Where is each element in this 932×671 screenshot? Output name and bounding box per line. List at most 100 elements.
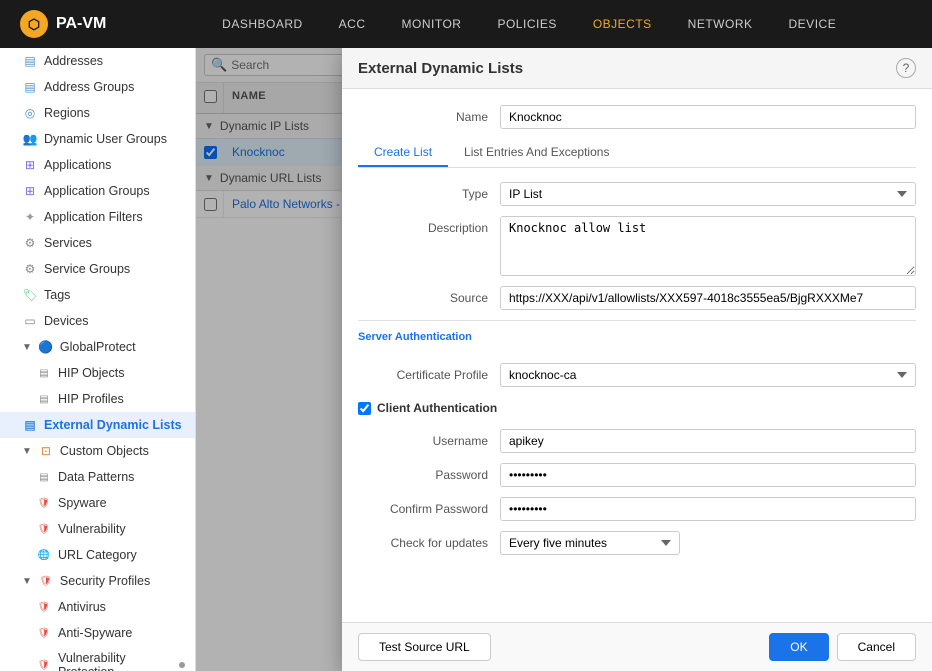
nav-device[interactable]: DEVICE (773, 9, 853, 39)
username-label: Username (358, 429, 488, 448)
nav-monitor[interactable]: MONITOR (386, 9, 478, 39)
app-logo: ⬡ PA-VM (20, 10, 106, 38)
custom-objects-expand-icon: ▼ (22, 446, 32, 457)
confirm-password-input[interactable] (500, 497, 916, 521)
form-row-cert-profile: Certificate Profile knocknoc-caNone (358, 363, 916, 387)
sidebar-item-vulnerability-protection[interactable]: 🛡 Vulnerability Protection (0, 646, 195, 671)
footer-action-buttons: OK Cancel (769, 633, 916, 661)
regions-icon: ◎ (22, 105, 38, 121)
sidebar-label-url-category: URL Category (58, 548, 185, 562)
sidebar-item-custom-objects[interactable]: ▼ ⊡ Custom Objects (0, 438, 195, 464)
security-profiles-icon: 🛡 (38, 573, 54, 589)
sidebar-item-address-groups[interactable]: ▤ Address Groups (0, 74, 195, 100)
addresses-icon: ▤ (22, 53, 38, 69)
modal-header: External Dynamic Lists ? (342, 48, 932, 89)
sidebar-item-globalprotect[interactable]: ▼ 🔵 GlobalProtect (0, 334, 195, 360)
description-label: Description (358, 216, 488, 235)
sidebar-item-data-patterns[interactable]: ▤ Data Patterns (0, 464, 195, 490)
description-textarea[interactable] (500, 216, 916, 276)
globalprotect-expand-icon: ▼ (22, 342, 32, 353)
form-row-description: Description (358, 216, 916, 276)
application-groups-icon: ⊞ (22, 183, 38, 199)
sidebar-item-tags[interactable]: 🏷 Tags (0, 282, 195, 308)
application-filters-icon: ✦ (22, 209, 38, 225)
main-layout: ▤ Addresses ▤ Address Groups ◎ Regions 👥… (0, 48, 932, 671)
modal-help-button[interactable]: ? (896, 58, 916, 78)
nav-policies[interactable]: POLICIES (481, 9, 572, 39)
sidebar-item-hip-objects[interactable]: ▤ HIP Objects (0, 360, 195, 386)
sidebar-item-application-filters[interactable]: ✦ Application Filters (0, 204, 195, 230)
sidebar-label-security-profiles: Security Profiles (60, 574, 185, 588)
form-row-confirm-password: Confirm Password (358, 497, 916, 521)
tags-icon: 🏷 (22, 287, 38, 303)
custom-objects-icon: ⊡ (38, 443, 54, 459)
anti-spyware-icon: 🛡 (36, 625, 52, 641)
applications-icon: ⊞ (22, 157, 38, 173)
client-auth-checkbox[interactable] (358, 402, 371, 415)
logo-icon: ⬡ (20, 10, 48, 38)
sidebar-item-security-profiles[interactable]: ▼ 🛡 Security Profiles (0, 568, 195, 594)
name-input[interactable] (500, 105, 916, 129)
form-row-username: Username (358, 429, 916, 453)
check-updates-select[interactable]: Every five minutesHourlyDailyWeekly (500, 531, 680, 555)
modal-footer: Test Source URL OK Cancel (342, 622, 932, 671)
sidebar-item-url-category[interactable]: 🌐 URL Category (0, 542, 195, 568)
sidebar-item-service-groups[interactable]: ⚙ Service Groups (0, 256, 195, 282)
name-label: Name (358, 105, 488, 124)
nav-network[interactable]: NETWORK (672, 9, 769, 39)
type-select[interactable]: IP ListURL ListDomain ListIMSI ListIMEI … (500, 182, 916, 206)
form-row-source: Source (358, 286, 916, 310)
password-input[interactable] (500, 463, 916, 487)
sidebar-item-application-groups[interactable]: ⊞ Application Groups (0, 178, 195, 204)
nav-objects[interactable]: OBJECTS (577, 9, 668, 39)
sidebar-label-application-groups: Application Groups (44, 184, 185, 198)
tab-create-list[interactable]: Create List (358, 139, 448, 167)
sidebar-item-dynamic-user-groups[interactable]: 👥 Dynamic User Groups (0, 126, 195, 152)
modal-external-dynamic-lists: External Dynamic Lists ? Name Create Lis… (342, 48, 932, 671)
sidebar-item-antivirus[interactable]: 🛡 Antivirus (0, 594, 195, 620)
modal-body: Name Create List List Entries And Except… (342, 89, 932, 622)
sidebar-item-hip-profiles[interactable]: ▤ HIP Profiles (0, 386, 195, 412)
cancel-button[interactable]: Cancel (837, 633, 916, 661)
nav-bar: DASHBOARD ACC MONITOR POLICIES OBJECTS N… (146, 9, 912, 39)
sidebar-label-external-dynamic-lists: External Dynamic Lists (44, 418, 185, 432)
cert-profile-label: Certificate Profile (358, 363, 488, 382)
cert-profile-select[interactable]: knocknoc-caNone (500, 363, 916, 387)
modal-overlay: External Dynamic Lists ? Name Create Lis… (196, 48, 932, 671)
sidebar-item-spyware[interactable]: 🛡 Spyware (0, 490, 195, 516)
sidebar-item-devices[interactable]: ▭ Devices (0, 308, 195, 334)
antivirus-icon: 🛡 (36, 599, 52, 615)
sidebar-item-vulnerability[interactable]: 🛡 Vulnerability (0, 516, 195, 542)
devices-icon: ▭ (22, 313, 38, 329)
type-label: Type (358, 182, 488, 201)
nav-acc[interactable]: ACC (323, 9, 382, 39)
security-profiles-expand-icon: ▼ (22, 576, 32, 587)
modal-tabs: Create List List Entries And Exceptions (358, 139, 916, 168)
tab-list-entries[interactable]: List Entries And Exceptions (448, 139, 625, 167)
test-source-url-button[interactable]: Test Source URL (358, 633, 491, 661)
sidebar-label-regions: Regions (44, 106, 185, 120)
sidebar-item-anti-spyware[interactable]: 🛡 Anti-Spyware (0, 620, 195, 646)
source-input[interactable] (500, 286, 916, 310)
sidebar-label-applications: Applications (44, 158, 185, 172)
sidebar-item-applications[interactable]: ⊞ Applications (0, 152, 195, 178)
service-groups-icon: ⚙ (22, 261, 38, 277)
sidebar-item-services[interactable]: ⚙ Services (0, 230, 195, 256)
app-name: PA-VM (56, 15, 106, 33)
sidebar-item-regions[interactable]: ◎ Regions (0, 100, 195, 126)
sidebar-label-hip-objects: HIP Objects (58, 366, 185, 380)
sidebar-label-antivirus: Antivirus (58, 600, 185, 614)
client-auth-label[interactable]: Client Authentication (377, 401, 497, 415)
content-area: 🔍 NAME LOCATION DESCRIPTION ▼ Dynamic IP… (196, 48, 932, 671)
ok-button[interactable]: OK (769, 633, 828, 661)
sidebar-item-addresses[interactable]: ▤ Addresses (0, 48, 195, 74)
username-input[interactable] (500, 429, 916, 453)
server-auth-section: Server Authentication (358, 320, 916, 357)
modal-title: External Dynamic Lists (358, 60, 523, 77)
nav-dashboard[interactable]: DASHBOARD (206, 9, 319, 39)
form-row-password: Password (358, 463, 916, 487)
sidebar-label-tags: Tags (44, 288, 185, 302)
client-auth-row: Client Authentication (358, 397, 916, 419)
sidebar-item-external-dynamic-lists[interactable]: ▤ External Dynamic Lists (0, 412, 195, 438)
confirm-password-label: Confirm Password (358, 497, 488, 516)
